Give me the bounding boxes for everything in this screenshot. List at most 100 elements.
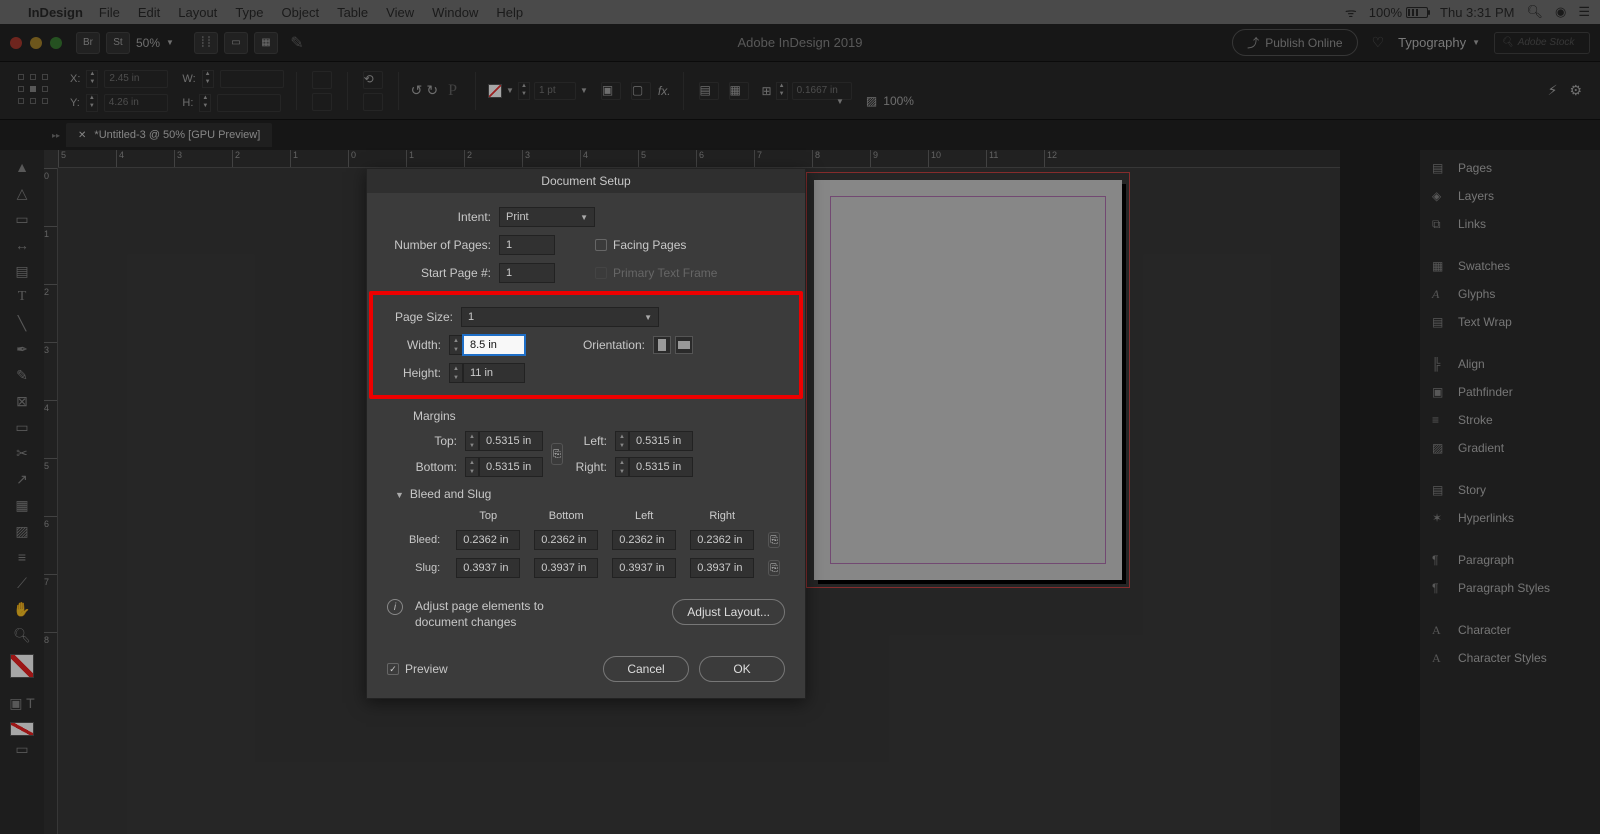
panel-glyphs[interactable]: AGlyphs — [1420, 280, 1600, 308]
scale-x-button[interactable] — [312, 71, 332, 89]
scale-y-button[interactable] — [312, 93, 332, 111]
pen-tool[interactable]: ✒ — [7, 336, 37, 362]
wrap-none-icon[interactable]: ▤ — [699, 82, 719, 100]
fit-content-icon[interactable]: ▣ — [601, 82, 621, 100]
format-container-toggle[interactable]: ▣ T — [7, 690, 37, 716]
clock[interactable]: Thu 3:31 PM — [1440, 5, 1514, 20]
free-transform-tool[interactable]: ↗ — [7, 466, 37, 492]
fill-swatch[interactable] — [488, 84, 502, 98]
gap-tool[interactable]: ↔ — [7, 232, 37, 258]
margin-right-field[interactable]: 0.5315 in — [629, 457, 693, 477]
bleed-left-field[interactable]: 0.2362 in — [612, 530, 676, 550]
gear-icon[interactable]: ⚙ — [1569, 82, 1582, 99]
feather-icon[interactable]: ✎ — [284, 33, 310, 53]
view-opt-2[interactable]: ▭ — [224, 32, 248, 54]
doc-tab[interactable]: ✕ *Untitled-3 @ 50% [GPU Preview] — [66, 123, 272, 147]
margin-bottom-field[interactable]: 0.5315 in — [479, 457, 543, 477]
bleed-link-icon[interactable]: ⎘ — [768, 532, 780, 548]
wrap-bounding-icon[interactable]: ▦ — [729, 82, 749, 100]
menu-layout[interactable]: Layout — [178, 5, 217, 20]
paragraph-mode-icon[interactable]: P — [448, 82, 457, 100]
content-collector-tool[interactable]: ▤ — [7, 258, 37, 284]
maximize-window-icon[interactable] — [50, 37, 62, 49]
vertical-ruler[interactable]: 012345678 — [44, 168, 58, 834]
panel-gradient[interactable]: ▨Gradient — [1420, 434, 1600, 462]
siri-icon[interactable]: ◉ — [1555, 4, 1566, 20]
pencil-tool[interactable]: ✎ — [7, 362, 37, 388]
stroke-weight-field[interactable]: 1 pt — [534, 82, 576, 100]
adjust-layout-button[interactable]: Adjust Layout... — [672, 599, 785, 625]
intent-select[interactable]: Print▼ — [499, 207, 595, 227]
slug-left-field[interactable]: 0.3937 in — [612, 558, 676, 578]
width-stepper[interactable]: ▲▼ — [449, 335, 463, 355]
menu-type[interactable]: Type — [235, 5, 263, 20]
note-tool[interactable]: ≡ — [7, 544, 37, 570]
window-controls[interactable] — [10, 37, 62, 49]
shear-icon[interactable] — [363, 93, 383, 111]
height-field[interactable]: 11 in — [463, 363, 525, 383]
gradient-swatch-tool[interactable]: ▦ — [7, 492, 37, 518]
width-field[interactable]: 8.5 in — [463, 335, 525, 355]
rot-ccw-icon[interactable]: ↺ — [411, 82, 423, 99]
page-size-select[interactable]: 1▼ — [461, 307, 659, 327]
view-opt-1[interactable]: ┊┊ — [194, 32, 218, 54]
margin-link-icon[interactable]: ⎘ — [551, 443, 563, 465]
bleed-right-field[interactable]: 0.2362 in — [690, 530, 754, 550]
bridge-button[interactable]: Br — [76, 32, 100, 54]
learn-icon[interactable]: ♡ — [1372, 34, 1385, 51]
rect-frame-tool[interactable]: ⊠ — [7, 388, 37, 414]
flash-icon[interactable]: ⚡︎ — [1548, 82, 1558, 99]
slug-top-field[interactable]: 0.3937 in — [456, 558, 520, 578]
panel-align[interactable]: ╠Align — [1420, 350, 1600, 378]
stock-button[interactable]: St — [106, 32, 130, 54]
close-tab-icon[interactable]: ✕ — [78, 130, 86, 141]
doc-expand-icon[interactable]: ▸▸ — [52, 131, 60, 140]
minimize-window-icon[interactable] — [30, 37, 42, 49]
margin-left-field[interactable]: 0.5315 in — [629, 431, 693, 451]
wifi-icon[interactable]: ᯤ — [1345, 3, 1357, 21]
panel-paragraph[interactable]: ¶Paragraph — [1420, 546, 1600, 574]
panel-paragraph-styles[interactable]: ¶Paragraph Styles — [1420, 574, 1600, 602]
type-tool[interactable]: T — [7, 284, 37, 310]
bleed-slug-heading[interactable]: ▼Bleed and Slug — [395, 487, 785, 501]
rot-cw-icon[interactable]: ↻ — [426, 82, 438, 99]
panel-character[interactable]: ACharacter — [1420, 616, 1600, 644]
apply-color-swatch[interactable] — [10, 722, 34, 736]
facing-pages-checkbox[interactable]: Facing Pages — [595, 238, 686, 252]
opacity-field[interactable]: 100% — [883, 94, 914, 108]
bleed-bottom-field[interactable]: 0.2362 in — [534, 530, 598, 550]
panel-layers[interactable]: ◈Layers — [1420, 182, 1600, 210]
cancel-button[interactable]: Cancel — [603, 656, 689, 682]
slug-right-field[interactable]: 0.3937 in — [690, 558, 754, 578]
fx-button[interactable]: fx. — [658, 84, 671, 98]
direct-selection-tool[interactable]: △ — [7, 180, 37, 206]
eyedropper-tool[interactable]: ⟋ — [7, 570, 37, 596]
panel-story[interactable]: ▤Story — [1420, 476, 1600, 504]
x-field[interactable]: 2.45 in — [104, 70, 168, 88]
zoom-value[interactable]: 50% — [136, 36, 160, 50]
horizontal-ruler[interactable]: 543210123456789101112 — [58, 150, 1340, 168]
y-field[interactable]: 4.26 in — [104, 94, 168, 112]
slug-bottom-field[interactable]: 0.3937 in — [534, 558, 598, 578]
rotate-icon[interactable]: ⟲ — [363, 71, 383, 89]
orientation-portrait-button[interactable] — [653, 336, 671, 354]
view-opt-3[interactable]: ▦ — [254, 32, 278, 54]
panel-links[interactable]: ⧉Links — [1420, 210, 1600, 238]
fill-stroke-swatch[interactable] — [10, 654, 34, 678]
page[interactable] — [814, 180, 1122, 580]
chevron-down-icon[interactable]: ▼ — [166, 38, 174, 47]
line-tool[interactable]: ╲ — [7, 310, 37, 336]
orientation-landscape-button[interactable] — [675, 336, 693, 354]
menu-window[interactable]: Window — [432, 5, 478, 20]
screen-mode-button[interactable]: ▭ — [7, 736, 37, 762]
slug-link-icon[interactable]: ⎘ — [768, 560, 780, 576]
drop-shadow-icon[interactable]: ▨ — [866, 94, 877, 108]
h-field[interactable] — [217, 94, 281, 112]
bleed-top-field[interactable]: 0.2362 in — [456, 530, 520, 550]
zoom-tool[interactable]: 🔍︎ — [7, 622, 37, 648]
panel-pages[interactable]: ▤Pages — [1420, 154, 1600, 182]
page-tool[interactable]: ▭ — [7, 206, 37, 232]
close-window-icon[interactable] — [10, 37, 22, 49]
publish-online-button[interactable]: ⤴Publish Online — [1232, 29, 1357, 56]
menu-extras-icon[interactable]: ☰ — [1578, 4, 1590, 20]
